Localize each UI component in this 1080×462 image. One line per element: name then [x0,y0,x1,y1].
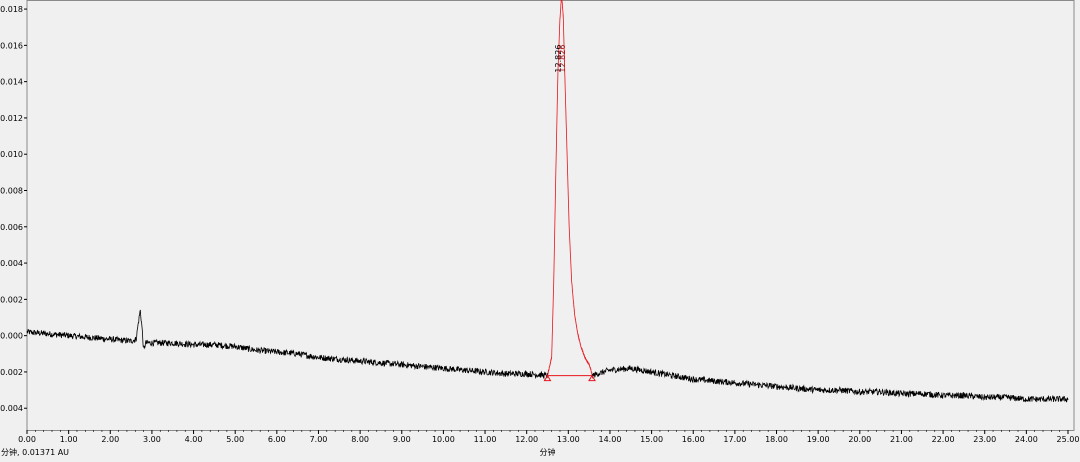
x-tick-label: 16.00 [682,435,705,444]
y-tick-label: 0.016 [0,41,23,50]
x-tick-label: 20.00 [848,435,871,444]
x-tick-label: 6.00 [268,435,286,444]
y-tick-label: 0.000 [0,332,23,341]
y-tick-label: 0.012 [0,114,23,123]
peak-annotation: 12.826 [558,45,567,73]
y-tick-label: 0.018 [0,5,23,14]
x-tick-label: 19.00 [807,435,830,444]
chromatogram-svg: -0.004 -0.002 0.000 0.002 0.004 0.006 0.008 0.0… [0,0,1080,457]
y-tick-label: 0.004 [0,259,23,268]
x-tick-label: 1.00 [60,435,78,444]
x-tick-label: 22.00 [932,435,955,444]
x-tick-label: 2.00 [101,435,119,444]
y-tick-label: -0.004 [0,404,23,413]
x-tick-label: 11.00 [474,435,497,444]
x-tick-label: 8.00 [351,435,369,444]
y-tick-label: -0.002 [0,368,23,377]
x-tick-label: 7.00 [310,435,328,444]
y-tick-label: 0.006 [0,223,23,232]
x-tick-label: 17.00 [723,435,746,444]
x-tick-label: 14.00 [599,435,622,444]
x-tick-label: 9.00 [393,435,411,444]
x-tick-label: 5.00 [226,435,244,444]
y-tick-label: 0.010 [0,150,23,159]
annotations: 12.82612.826 [554,45,567,73]
x-tick-label: 25.00 [1057,435,1080,444]
x-tick-label: 21.00 [890,435,913,444]
x-tick-label: 12.00 [515,435,538,444]
y-tick-label: 0.014 [0,78,23,87]
x-tick-label: 13.00 [557,435,580,444]
x-tick-label: 24.00 [1015,435,1038,444]
x-tick-label: 0.00 [18,435,36,444]
x-axis-label: 分钟 [540,447,556,457]
y-tick-label: 0.008 [0,187,23,196]
x-tick-label: 3.00 [143,435,161,444]
x-tick-label: 23.00 [973,435,996,444]
x-tick-label: 4.00 [185,435,203,444]
cursor-readout: 分钟, 0.01371 AU [1,448,70,457]
x-tick-label: 18.00 [765,435,788,444]
plot-frame [26,0,1075,431]
x-tick-label: 15.00 [640,435,663,444]
y-tick-label: 0.002 [0,295,23,304]
x-tick-label: 10.00 [432,435,455,444]
chromatogram-chart: -0.004 -0.002 0.000 0.002 0.004 0.006 0.008 0.0… [0,0,1080,458]
